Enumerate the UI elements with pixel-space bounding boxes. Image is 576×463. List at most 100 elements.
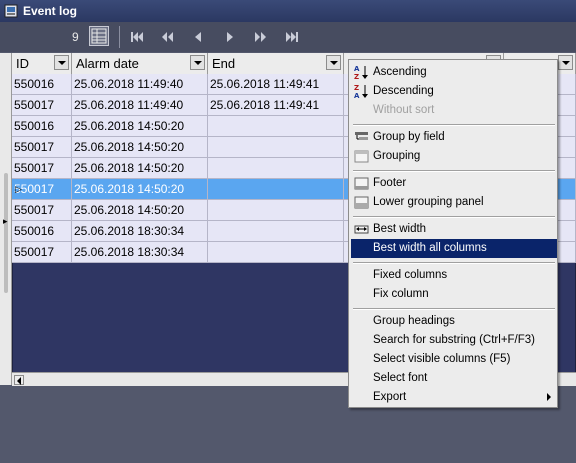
next-page-icon[interactable] xyxy=(252,28,270,46)
table-cell[interactable]: 25.06.2018 18:30:34 xyxy=(72,221,208,242)
table-cell[interactable]: 25.06.2018 11:49:41 xyxy=(208,95,344,116)
menu-item-descending[interactable]: Z A Descending xyxy=(351,82,557,101)
table-icon xyxy=(91,28,107,44)
first-record-icon[interactable] xyxy=(128,28,146,46)
sort-ascending-icon: A Z xyxy=(354,65,368,80)
menu-item-footer[interactable]: Footer xyxy=(351,174,557,193)
menu-item-label: Export xyxy=(373,391,407,403)
column-header-alarm-date[interactable]: Alarm date xyxy=(72,53,208,74)
menu-item-label: Best width xyxy=(373,223,427,235)
menu-item-fix-column[interactable]: Fix column xyxy=(351,285,557,304)
menu-item-best-width-all-columns[interactable]: Best width all columns xyxy=(351,239,557,258)
previous-record-icon[interactable] xyxy=(189,28,207,46)
expand-arrow-icon[interactable]: ▸ xyxy=(3,216,8,227)
table-cell[interactable]: 550017 xyxy=(12,200,72,221)
event-log-app-icon xyxy=(4,4,18,18)
title-bar: Event log xyxy=(0,0,576,22)
toolbar-separator xyxy=(119,26,120,48)
table-cell[interactable] xyxy=(208,137,344,158)
menu-separator xyxy=(353,308,555,310)
svg-text:A: A xyxy=(354,92,360,99)
previous-page-icon[interactable] xyxy=(158,28,176,46)
menu-item-ascending[interactable]: A Z Ascending xyxy=(351,63,557,82)
table-cell[interactable]: 25.06.2018 18:30:34 xyxy=(72,242,208,263)
svg-text:Z: Z xyxy=(354,84,359,92)
menu-item-label: Select font xyxy=(373,372,428,384)
column-filter-button[interactable] xyxy=(190,55,205,70)
menu-item-group-headings[interactable]: Group headings xyxy=(351,312,557,331)
column-filter-button[interactable] xyxy=(558,55,573,70)
column-header-id[interactable]: ID xyxy=(12,53,72,74)
column-context-menu: A Z Ascending Z A Descending Without sor… xyxy=(348,59,558,408)
table-cell[interactable] xyxy=(208,116,344,137)
menu-separator xyxy=(353,262,555,264)
table-cell[interactable] xyxy=(208,200,344,221)
window-title: Event log xyxy=(23,4,78,18)
menu-item-label: Lower grouping panel xyxy=(373,196,484,208)
menu-item-label: Ascending xyxy=(373,66,427,78)
table-cell[interactable]: 25.06.2018 14:50:20 xyxy=(72,158,208,179)
sort-descending-icon: Z A xyxy=(354,84,368,99)
menu-item-best-width[interactable]: Best width xyxy=(351,220,557,239)
menu-item-select-visible-columns[interactable]: Select visible columns (F5) xyxy=(351,350,557,369)
column-filter-button[interactable] xyxy=(326,55,341,70)
table-cell[interactable]: 25.06.2018 14:50:20 xyxy=(72,179,208,200)
best-width-icon xyxy=(354,225,369,234)
column-filter-button[interactable] xyxy=(54,55,69,70)
column-header-label: End xyxy=(212,56,236,71)
table-cell[interactable]: 550017 xyxy=(12,95,72,116)
menu-item-without-sort: Without sort xyxy=(351,101,557,120)
table-cell[interactable]: 550016 xyxy=(12,116,72,137)
svg-text:Z: Z xyxy=(354,73,359,80)
menu-separator xyxy=(353,170,555,172)
table-cell[interactable]: 550017 xyxy=(12,242,72,263)
lower-grouping-panel-icon xyxy=(354,196,369,209)
navigation-toolbar: 9 xyxy=(0,22,576,52)
menu-item-label: Search for substring (Ctrl+F/F3) xyxy=(373,334,536,346)
menu-separator xyxy=(353,124,555,126)
table-cell[interactable] xyxy=(208,242,344,263)
event-log-window: Event log 9 ▸ ID Alarm date End 550016 2… xyxy=(0,0,576,463)
menu-item-group-by-field[interactable]: Group by field xyxy=(351,128,557,147)
submenu-arrow-icon xyxy=(547,393,551,401)
menu-item-export[interactable]: Export xyxy=(351,388,557,407)
table-cell[interactable]: 25.06.2018 14:50:20 xyxy=(72,137,208,158)
table-cell[interactable] xyxy=(208,158,344,179)
column-header-label: Alarm date xyxy=(76,56,139,71)
grouping-icon xyxy=(354,150,369,163)
footer-icon xyxy=(354,177,369,190)
menu-item-label: Fix column xyxy=(373,288,429,300)
next-record-icon[interactable] xyxy=(221,28,239,46)
table-cell[interactable]: 550016 xyxy=(12,74,72,95)
menu-item-select-font[interactable]: Select font xyxy=(351,369,557,388)
table-cell[interactable] xyxy=(208,221,344,242)
menu-item-fixed-columns[interactable]: Fixed columns xyxy=(351,266,557,285)
menu-item-label: Grouping xyxy=(373,150,421,162)
table-cell[interactable]: 550017 xyxy=(12,137,72,158)
grid-view-button[interactable] xyxy=(89,26,109,46)
menu-item-label: Descending xyxy=(373,85,434,97)
table-cell[interactable]: 25.06.2018 14:50:20 xyxy=(72,200,208,221)
table-cell[interactable]: 550016 xyxy=(12,221,72,242)
side-panel-splitter[interactable]: ▸ xyxy=(0,53,12,385)
menu-item-label: Best width all columns xyxy=(373,242,487,254)
table-cell[interactable]: 25.06.2018 11:49:40 xyxy=(72,95,208,116)
menu-separator xyxy=(353,216,555,218)
table-cell[interactable]: 25.06.2018 11:49:40 xyxy=(72,74,208,95)
last-record-icon[interactable] xyxy=(283,28,301,46)
record-count: 9 xyxy=(72,30,79,44)
menu-item-label: Fixed columns xyxy=(373,269,448,281)
menu-item-label: Group headings xyxy=(373,315,455,327)
table-cell[interactable]: 25.06.2018 11:49:41 xyxy=(208,74,344,95)
menu-item-label: Select visible columns (F5) xyxy=(373,353,511,365)
menu-item-search-substring[interactable]: Search for substring (Ctrl+F/F3) xyxy=(351,331,557,350)
table-cell[interactable]: 25.06.2018 14:50:20 xyxy=(72,116,208,137)
menu-item-label: Without sort xyxy=(373,104,435,116)
menu-item-lower-grouping-panel[interactable]: Lower grouping panel xyxy=(351,193,557,212)
column-header-end[interactable]: End xyxy=(208,53,344,74)
menu-item-grouping[interactable]: Grouping xyxy=(351,147,557,166)
table-cell[interactable] xyxy=(208,179,344,200)
splitter-handle[interactable] xyxy=(4,173,8,293)
table-cell[interactable]: 550017 xyxy=(12,158,72,179)
scroll-left-button[interactable] xyxy=(14,375,24,385)
